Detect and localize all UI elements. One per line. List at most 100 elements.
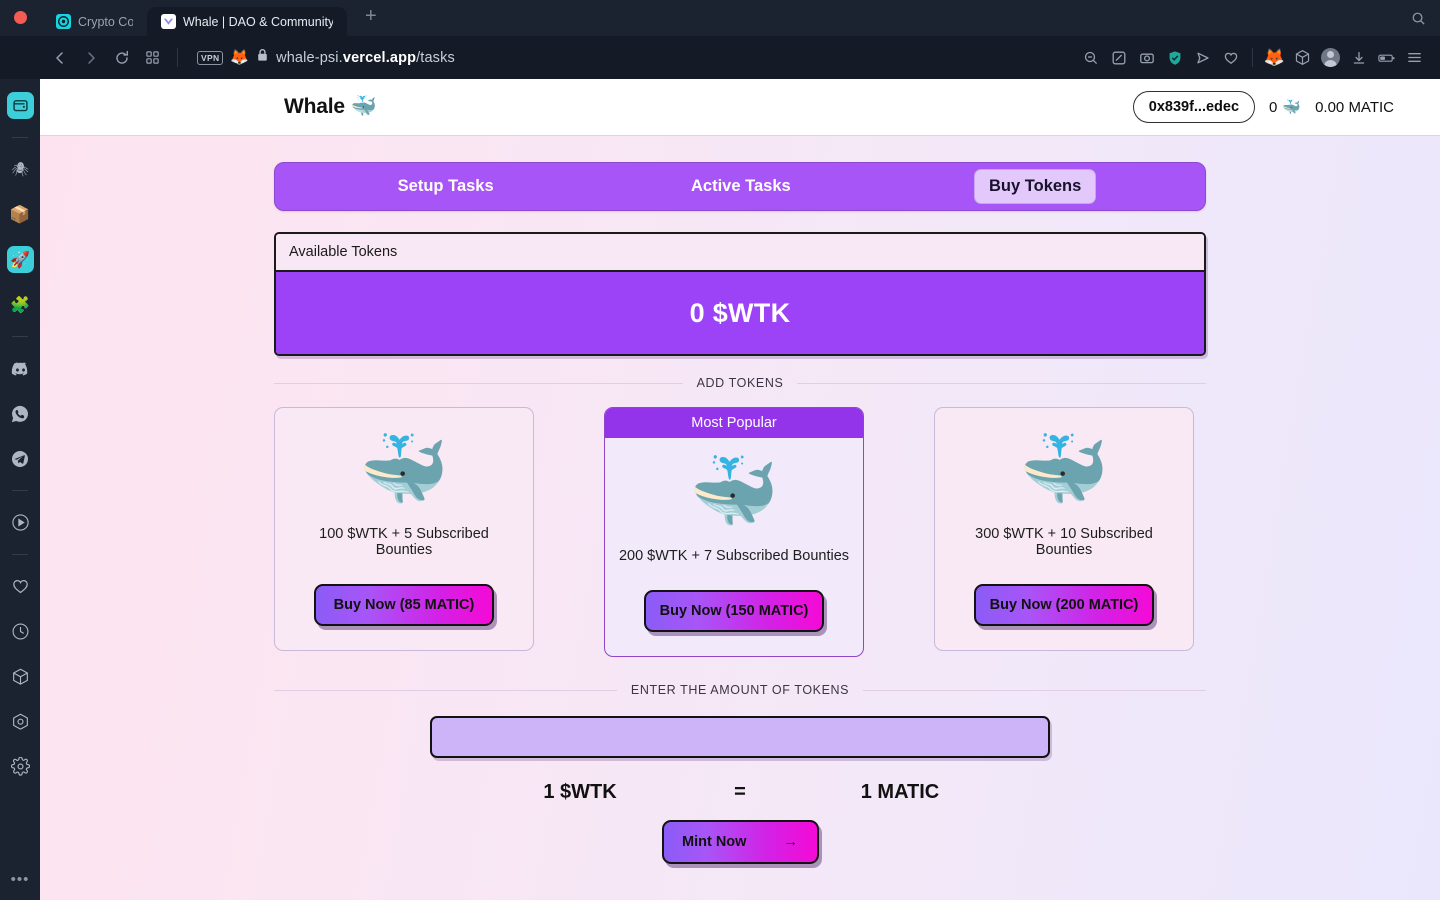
buy-now-button-85[interactable]: Buy Now (85 MATIC) [314, 584, 494, 626]
address-bar[interactable]: VPN 🦊 whale-psi.vercel.app/tasks [197, 48, 1073, 67]
package-card-100[interactable]: 🐳 100 $WTK + 5 Subscribed Bounties Buy N… [274, 407, 534, 651]
annotate-icon[interactable] [1105, 44, 1132, 71]
wallet-summary: 0x839f...edec 0 🐳 0.00 MATIC [1132, 91, 1394, 123]
sidebar-divider [12, 336, 28, 337]
browser-window: Crypto Corne Whale | DAO & Community + [0, 0, 1440, 900]
sidebar-item-history[interactable] [7, 618, 34, 645]
sidebar-divider [12, 554, 28, 555]
search-icon[interactable] [1411, 11, 1426, 31]
divider-line [863, 689, 1206, 691]
sidebar-item-play[interactable] [7, 509, 34, 536]
toolbar-divider [1252, 48, 1253, 67]
sidebar-item-favorites[interactable] [7, 573, 34, 600]
grid-icon[interactable] [139, 44, 166, 71]
section-tabs: Setup Tasks Active Tasks Buy Tokens [274, 162, 1206, 211]
crypto-corner-icon [56, 14, 71, 29]
native-balance: 0.00 MATIC [1315, 98, 1394, 116]
tab-active-tasks[interactable]: Active Tasks [677, 170, 805, 203]
new-tab-button[interactable]: + [355, 5, 387, 32]
rate-left: 1 $WTK [543, 781, 617, 803]
reload-icon[interactable] [108, 44, 135, 71]
package-card-300[interactable]: 🐳 300 $WTK + 10 Subscribed Bounties Buy … [934, 407, 1194, 651]
exchange-rate: 1 $WTK = 1 MATIC [274, 781, 1206, 804]
available-tokens-body: 0 $WTK [276, 272, 1204, 354]
sidebar-item-puzzle[interactable]: 🧩 [7, 291, 34, 318]
app-header: Whale 🐳 0x839f...edec 0 🐳 0.00 MATIC [40, 79, 1440, 136]
sidebar-item-telegram[interactable] [7, 445, 34, 472]
shield-check-icon[interactable] [1161, 44, 1188, 71]
browser-tab-crypto-corner[interactable]: Crypto Corne [42, 7, 147, 36]
profile-avatar-icon[interactable] [1317, 44, 1344, 71]
browser-tabstrip: Crypto Corne Whale | DAO & Community + [0, 0, 1440, 36]
package-description: 100 $WTK + 5 Subscribed Bounties [319, 526, 489, 558]
vpn-badge[interactable]: VPN [197, 50, 224, 65]
browser-tab-whale[interactable]: Whale | DAO & Community [147, 7, 347, 36]
zoom-out-icon[interactable] [1077, 44, 1104, 71]
send-icon[interactable] [1189, 44, 1216, 71]
sidebar-item-discord[interactable] [7, 355, 34, 382]
divider-line [274, 689, 617, 691]
tab-buy-tokens[interactable]: Buy Tokens [974, 169, 1097, 204]
whale-icon: 🐳 [1282, 99, 1302, 116]
arrow-right-icon: → [783, 834, 798, 850]
sidebar-item-whatsapp[interactable] [7, 400, 34, 427]
forward-arrow-icon[interactable] [77, 44, 104, 71]
rate-equals: = [734, 781, 746, 803]
most-popular-badge: Most Popular [605, 408, 863, 438]
close-window-dot[interactable] [14, 11, 27, 24]
sidebar-item-target[interactable] [7, 708, 34, 735]
sidebar-more-button[interactable]: ••• [11, 871, 30, 888]
package-icon[interactable] [1289, 44, 1316, 71]
window-traffic-lights[interactable] [14, 11, 27, 24]
sidebar-divider [12, 490, 28, 491]
divider-line [797, 382, 1206, 384]
sidebar-item-box[interactable] [7, 663, 34, 690]
download-icon[interactable] [1345, 44, 1372, 71]
sidebar-item-spider[interactable]: 🕷 [7, 156, 34, 183]
page-title: Whale 🐳 [284, 95, 377, 119]
sidebar-item-rocket[interactable]: 🚀 [6, 246, 34, 273]
mint-now-button[interactable]: Mint Now → [661, 820, 819, 864]
buy-now-button-200[interactable]: Buy Now (200 MATIC) [974, 584, 1154, 626]
token-amount-input[interactable] [430, 716, 1050, 758]
browser-toolbar: VPN 🦊 whale-psi.vercel.app/tasks 🦊 [0, 36, 1440, 79]
whale-icon: 🐳 [689, 452, 779, 532]
wallet-address-button[interactable]: 0x839f...edec [1132, 91, 1256, 123]
metamask-fox-icon[interactable]: 🦊 [230, 50, 249, 65]
app-content: Setup Tasks Active Tasks Buy Tokens Avai… [40, 136, 1440, 900]
screenshot-icon[interactable] [1133, 44, 1160, 71]
add-tokens-divider: ADD TOKENS [274, 376, 1206, 390]
enter-amount-label: ENTER THE AMOUNT OF TOKENS [630, 683, 850, 697]
url-text[interactable]: whale-psi.vercel.app/tasks [276, 50, 455, 66]
toolbar-actions: 🦊 [1077, 44, 1428, 71]
whale-icon: 🐳 [1019, 430, 1109, 510]
sidebar-divider [12, 137, 28, 138]
sidebar-item-settings[interactable] [7, 753, 34, 780]
available-tokens-label: Available Tokens [276, 234, 1204, 272]
menu-icon[interactable] [1401, 44, 1428, 71]
metamask-fox-icon[interactable]: 🦊 [1261, 44, 1288, 71]
whale-icon: 🐳 [350, 95, 377, 118]
tab-title: Whale | DAO & Community [183, 14, 333, 29]
enter-amount-divider: ENTER THE AMOUNT OF TOKENS [274, 683, 1206, 697]
sidebar-item-wallet[interactable] [6, 92, 34, 119]
toolbar-divider [177, 48, 178, 67]
mint-now-label: Mint Now [682, 834, 747, 850]
package-description: 300 $WTK + 10 Subscribed Bounties [975, 526, 1153, 558]
battery-icon[interactable] [1373, 44, 1400, 71]
heart-icon[interactable] [1217, 44, 1244, 71]
tab-title: Crypto Corne [78, 14, 133, 29]
tab-setup-tasks[interactable]: Setup Tasks [384, 170, 508, 203]
mint-action-row: Mint Now → [274, 820, 1206, 864]
sidebar-item-package[interactable]: 📦 [7, 201, 34, 228]
whale-icon: 🐳 [359, 430, 449, 510]
back-arrow-icon[interactable] [46, 44, 73, 71]
rate-right: 1 MATIC [860, 781, 940, 803]
buy-now-button-150[interactable]: Buy Now (150 MATIC) [644, 590, 824, 632]
app-root: Whale 🐳 0x839f...edec 0 🐳 0.00 MATIC Set… [40, 79, 1440, 900]
available-tokens-value: 0 $WTK [689, 297, 791, 328]
token-packages: 🐳 100 $WTK + 5 Subscribed Bounties Buy N… [274, 407, 1206, 657]
brand-text: Whale [284, 95, 345, 118]
divider-line [274, 382, 683, 384]
package-card-200[interactable]: Most Popular 🐳 200 $WTK + 7 Subscribed B… [604, 407, 864, 657]
